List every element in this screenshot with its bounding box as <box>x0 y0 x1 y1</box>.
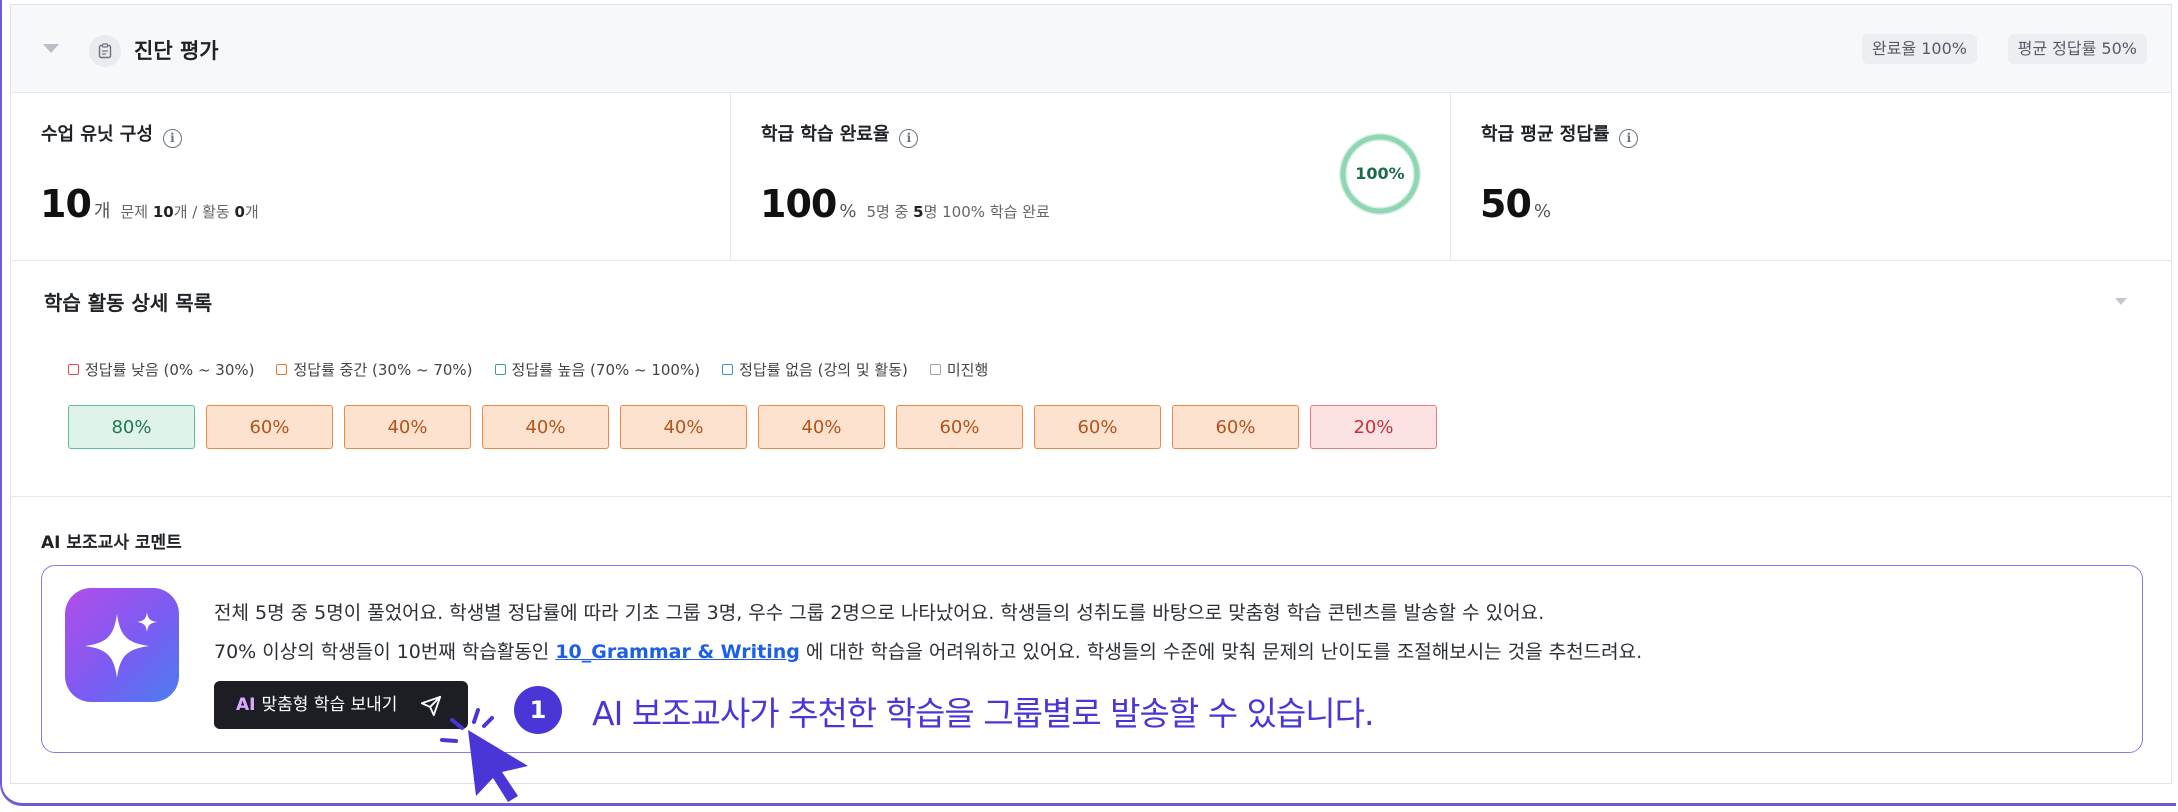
ai-tag: AI <box>236 695 256 715</box>
activity-list-title: 학습 활동 상세 목록 <box>44 291 213 315</box>
info-icon[interactable]: i <box>899 129 919 148</box>
legend-item: 정답률 중간 (30% ~ 70%) <box>276 359 473 380</box>
stats-row: 수업 유닛 구성 i 10 개 문제 10개 / 활동 0개 학급 학습 완료율 i 1… <box>11 92 2171 261</box>
activity-score-cell[interactable]: 60% <box>896 405 1023 449</box>
ai-comment-line: 70% 이상의 학생들이 10번째 학습활동인 10_Grammar & Wri… <box>214 641 1643 663</box>
stat-unit: % <box>839 201 857 222</box>
legend-item: 정답률 낮음 (0% ~ 30%) <box>68 359 254 380</box>
legend-swatch <box>494 364 506 375</box>
legend-label: 정답률 높음 (70% ~ 100%) <box>511 361 701 379</box>
completion-ring-label: 100% <box>1355 164 1405 183</box>
legend-swatch <box>722 364 734 375</box>
stat-label: 학급 학습 완료율 <box>761 124 890 145</box>
send-icon <box>420 695 442 717</box>
collapse-caret-icon[interactable] <box>43 44 59 53</box>
legend-swatch <box>68 364 79 375</box>
stat-unit: 개 <box>93 201 111 222</box>
stat-unit: % <box>1533 201 1551 222</box>
legend-swatch <box>929 364 941 375</box>
stat-unit-composition: 수업 유닛 구성 i 10 개 문제 10개 / 활동 0개 <box>11 92 731 260</box>
legend-label: 정답률 중간 (30% ~ 70%) <box>293 361 473 379</box>
activity-link[interactable]: 10_Grammar & Writing <box>555 641 800 663</box>
legend-item: 정답률 없음 (강의 및 활동) <box>722 359 908 380</box>
legend-item: 미진행 <box>929 359 989 380</box>
activity-caret-icon[interactable] <box>2115 298 2127 305</box>
divider <box>11 496 2171 497</box>
send-custom-learning-button[interactable]: AI 맞춤형 학습 보내기 <box>214 681 468 729</box>
legend-label: 정답률 낮음 (0% ~ 30%) <box>85 361 255 379</box>
diagnostic-card: 진단 평가 완료율 100% 평균 정답률 50% 수업 유닛 구성 i 10 개 문… <box>10 4 2172 784</box>
legend-label: 미진행 <box>946 361 989 379</box>
legend-label: 정답률 없음 (강의 및 활동) <box>739 361 908 379</box>
pointer-cursor-icon <box>440 708 528 802</box>
activity-score-row: 80% 60% 40% 40% 40% 40% 60% 60% 60% 20% <box>68 405 1437 449</box>
ai-comment-title: AI 보조교사 코멘트 <box>41 533 182 553</box>
legend-swatch <box>276 364 288 375</box>
ai-sparkle-icon <box>65 588 179 702</box>
section-title: 진단 평가 <box>134 39 219 63</box>
accuracy-legend: 정답률 낮음 (0% ~ 30%) 정답률 중간 (30% ~ 70%) 정답률 높… <box>68 359 988 380</box>
stat-value: 10 <box>40 182 92 226</box>
average-accuracy-badge: 평균 정답률 50% <box>2007 34 2147 64</box>
activity-score-cell[interactable]: 40% <box>482 405 609 449</box>
activity-score-cell[interactable]: 20% <box>1310 405 1437 449</box>
activity-score-cell[interactable]: 40% <box>620 405 747 449</box>
stat-sub: 문제 10개 / 활동 0개 <box>120 203 259 221</box>
activity-score-cell[interactable]: 40% <box>344 405 471 449</box>
info-icon[interactable]: i <box>1619 129 1639 148</box>
callout-text: AI 보조교사가 추천한 학습을 그룹별로 발송할 수 있습니다. <box>592 694 1375 733</box>
activity-score-cell[interactable]: 60% <box>1034 405 1161 449</box>
stat-class-accuracy: 학급 평균 정답률 i 50% <box>1451 92 2173 260</box>
activity-score-cell[interactable]: 60% <box>206 405 333 449</box>
legend-item: 정답률 높음 (70% ~ 100%) <box>494 359 701 380</box>
stat-sub: 5명 중 5명 100% 학습 완료 <box>866 203 1050 221</box>
stat-value: 50 <box>1480 182 1532 226</box>
stat-value: 100 <box>760 182 837 226</box>
activity-score-cell[interactable]: 80% <box>68 405 195 449</box>
stat-label: 수업 유닛 구성 <box>41 124 153 145</box>
button-label: 맞춤형 학습 보내기 <box>261 695 398 715</box>
activity-score-cell[interactable]: 60% <box>1172 405 1299 449</box>
clipboard-icon <box>89 35 121 67</box>
activity-score-cell[interactable]: 40% <box>758 405 885 449</box>
card-header[interactable]: 진단 평가 완료율 100% 평균 정답률 50% <box>11 5 2171 93</box>
ai-comment-line: 전체 5명 중 5명이 풀었어요. 학생별 정답률에 따라 기초 그룹 3명, … <box>214 602 1545 624</box>
info-icon[interactable]: i <box>162 129 182 148</box>
completion-rate-badge: 완료율 100% <box>1862 34 1977 64</box>
stat-label: 학급 평균 정답률 <box>1481 124 1610 145</box>
